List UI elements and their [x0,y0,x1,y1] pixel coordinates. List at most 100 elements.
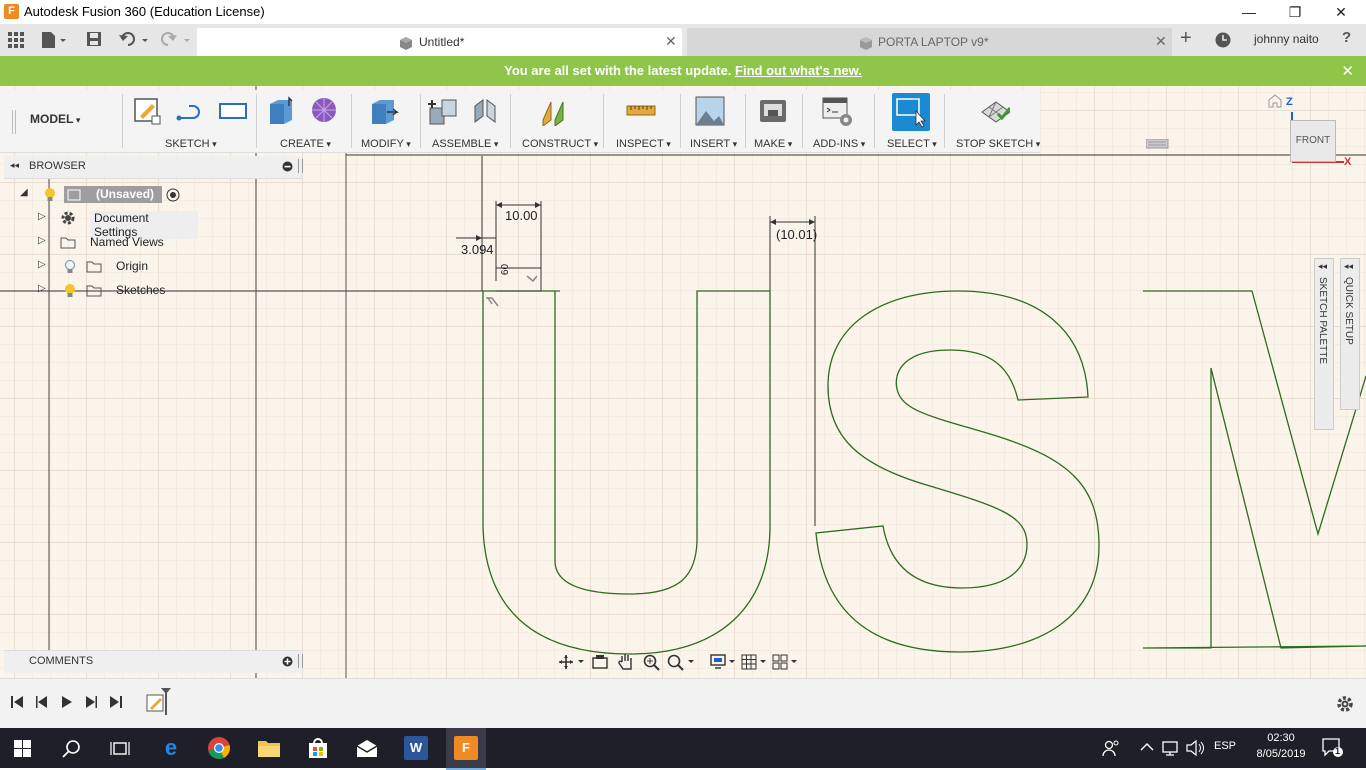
collapse-browser-icon[interactable]: ◂◂ [10,160,19,171]
assemble-menu[interactable]: ASSEMBLE [432,138,498,150]
input-language[interactable]: ESP [1214,740,1236,752]
timeline-marker[interactable] [160,687,172,717]
people-icon[interactable] [1102,739,1120,757]
notifications-button[interactable]: 1 [1322,738,1344,758]
orbit-icon[interactable] [558,654,586,670]
step-forward-icon[interactable] [84,695,98,709]
measure-icon[interactable] [626,96,656,126]
whats-new-link[interactable]: Find out what's new. [735,63,862,78]
inspect-menu[interactable]: INSPECT [616,138,671,150]
go-to-end-icon[interactable] [109,695,123,709]
sketch-menu[interactable]: SKETCH [165,138,217,150]
fusion-taskbar-button[interactable]: F [446,728,486,770]
minimize-panel-icon[interactable] [282,161,293,172]
form-icon[interactable] [310,96,340,126]
workspace-switcher[interactable]: MODEL [30,112,80,126]
dimension-label[interactable]: 10.00 [505,208,538,223]
tab-porta-laptop[interactable]: PORTA LAPTOP v9* ✕ [687,28,1172,56]
file-menu-icon[interactable] [40,31,68,49]
minimize-button[interactable]: — [1226,0,1272,24]
timeline-settings-gear-icon[interactable] [1336,695,1354,713]
comments-panel[interactable]: COMMENTS [4,650,303,673]
keyboard-icon[interactable] [1146,139,1170,149]
create-sketch-icon[interactable] [132,96,162,126]
help-icon[interactable]: ? [1342,29,1351,46]
banner-close-icon[interactable]: ✕ [1341,62,1354,80]
stop-sketch-menu[interactable]: STOP SKETCH [956,138,1040,150]
toolbar-grip[interactable] [12,110,16,134]
tab-close-icon[interactable]: ✕ [1155,33,1167,50]
line-icon[interactable] [175,96,205,126]
construct-menu[interactable]: CONSTRUCT [522,138,598,150]
browser-item-sketches[interactable]: ▷ Sketches [38,280,198,302]
add-comment-icon[interactable] [282,656,293,667]
chevron-up-icon[interactable] [1140,742,1154,752]
fit-zoom-icon[interactable] [667,654,697,672]
mail-icon[interactable] [355,738,379,758]
volume-icon[interactable] [1186,739,1206,757]
viewports-icon[interactable] [772,654,800,670]
search-icon[interactable] [62,739,82,759]
expand-triangle-icon[interactable]: ▷ [38,259,46,270]
sketch-palette-tab[interactable]: ◂◂ SKETCH PALETTE [1314,258,1334,430]
create-menu[interactable]: CREATE [280,138,331,150]
restore-button[interactable]: ❐ [1272,0,1318,24]
activate-radio-icon[interactable] [166,188,180,202]
save-icon[interactable] [86,31,102,47]
panel-grip[interactable] [298,159,303,173]
data-panel-grid-icon[interactable] [8,32,24,48]
viewcube-front[interactable]: FRONT [1290,120,1336,162]
user-account-menu[interactable]: johnny naito [1254,32,1319,46]
windows-start-icon[interactable] [14,740,32,758]
look-at-icon[interactable] [592,654,608,670]
network-icon[interactable] [1162,739,1182,757]
pan-hand-icon[interactable] [618,653,634,671]
extrude-icon[interactable] [267,96,297,126]
rectangle-icon[interactable] [218,96,248,126]
microsoft-store-icon[interactable] [306,736,330,760]
zoom-icon[interactable] [643,654,661,672]
browser-header[interactable]: ◂◂ BROWSER [4,156,303,179]
select-tool-button[interactable] [892,93,930,131]
word-app-icon[interactable]: W [404,736,428,760]
expand-triangle-icon[interactable]: ▷ [38,283,46,294]
browser-root-row[interactable]: ◢ (Unsaved) [18,184,198,206]
clock-time[interactable]: 02:30 [1250,732,1312,744]
scripts-addins-icon[interactable] [822,96,852,126]
redo-icon[interactable] [160,31,192,49]
undo-icon[interactable] [118,31,150,49]
expand-triangle-icon[interactable]: ▷ [38,235,46,246]
quick-setup-tab[interactable]: ◂◂ QUICK SETUP [1340,258,1360,410]
tab-close-icon[interactable]: ✕ [665,33,677,50]
collapse-icon[interactable]: ◂◂ [1344,261,1353,272]
clock-date[interactable]: 8/05/2019 [1250,748,1312,760]
insert-canvas-icon[interactable] [695,96,725,126]
3d-print-icon[interactable] [758,96,788,126]
select-menu[interactable]: SELECT [887,138,937,150]
press-pull-icon[interactable] [369,96,399,126]
play-icon[interactable] [60,695,74,709]
display-settings-icon[interactable] [710,654,738,670]
add-ins-menu[interactable]: ADD-INS [813,138,865,150]
panel-grip[interactable] [298,654,303,668]
joint-icon[interactable] [471,96,501,126]
modify-menu[interactable]: MODIFY [361,138,411,150]
home-view-icon[interactable] [1268,94,1282,108]
task-view-icon[interactable] [110,739,130,759]
go-to-start-icon[interactable] [10,695,24,709]
step-back-icon[interactable] [35,695,49,709]
close-window-button[interactable]: ✕ [1318,0,1364,24]
dimension-label[interactable]: 60 [500,264,511,275]
make-menu[interactable]: MAKE [754,138,792,150]
insert-menu[interactable]: INSERT [690,138,737,150]
expand-triangle-icon[interactable]: ▷ [38,211,46,222]
job-status-clock-icon[interactable] [1214,31,1232,49]
collapse-triangle-icon[interactable]: ◢ [20,187,28,198]
lightbulb-icon[interactable] [44,187,56,203]
dimension-label[interactable]: (10.01) [776,227,817,242]
stop-sketch-icon[interactable] [980,96,1010,126]
lightbulb-icon[interactable] [64,283,76,299]
browser-item-document-settings[interactable]: ▷ Document Settings [38,208,198,239]
chrome-browser-icon[interactable] [207,736,231,760]
tab-untitled[interactable]: Untitled* ✕ [197,28,682,56]
